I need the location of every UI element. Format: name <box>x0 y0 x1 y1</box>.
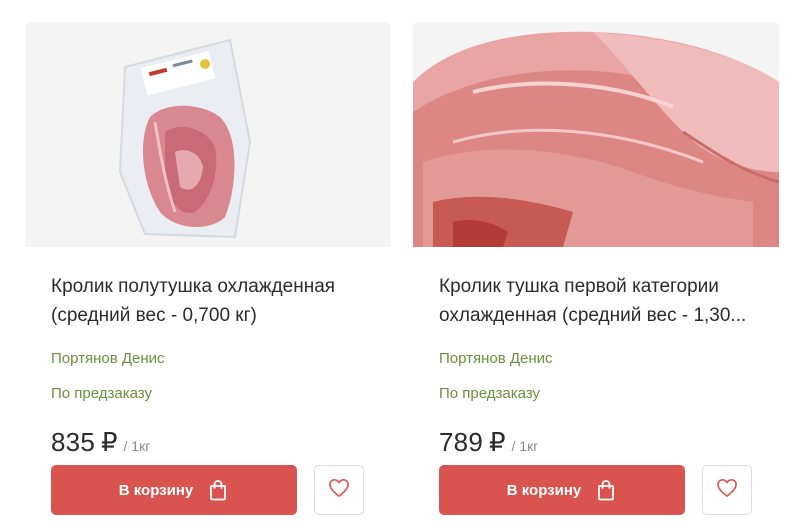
add-to-favorites-button[interactable] <box>702 465 752 515</box>
price-row: 835 ₽ / 1кг <box>51 427 150 458</box>
price-unit: / 1кг <box>123 438 151 454</box>
price-unit: / 1кг <box>511 438 539 454</box>
product-card: Кролик полутушка охлажденная (средний ве… <box>25 22 391 530</box>
product-grid: Кролик полутушка охлажденная (средний ве… <box>0 0 800 530</box>
add-to-cart-button[interactable]: В корзину <box>51 465 297 515</box>
add-to-cart-button[interactable]: В корзину <box>439 465 685 515</box>
add-to-cart-label: В корзину <box>506 481 582 499</box>
price-value: 835 <box>51 427 95 457</box>
product-title[interactable]: Кролик полутушка охлажденная (средний ве… <box>51 272 369 330</box>
price-value: 789 <box>439 427 483 457</box>
availability-status: По предзаказу <box>439 385 541 402</box>
product-title-line-2: (средний вес - 0,700 кг) <box>51 305 257 326</box>
heart-outline-icon <box>328 478 350 503</box>
add-to-favorites-button[interactable] <box>314 465 364 515</box>
price-row: 789 ₽ / 1кг <box>439 427 538 458</box>
product-title-line-1: Кролик тушка первой категории <box>439 276 719 297</box>
rabbit-half-carcass-photo <box>25 22 391 247</box>
add-to-cart-label: В корзину <box>118 481 194 499</box>
product-card: Кролик тушка первой категории охлажденна… <box>413 22 779 530</box>
seller-name[interactable]: Портянов Денис <box>439 350 553 367</box>
shopping-bag-icon <box>207 479 229 501</box>
product-title-line-1: Кролик полутушка охлажденная <box>51 276 336 297</box>
seller-name[interactable]: Портянов Денис <box>51 350 165 367</box>
availability-status: По предзаказу <box>51 385 153 402</box>
product-title[interactable]: Кролик тушка первой категории охлажденна… <box>439 272 757 330</box>
currency-symbol: ₽ <box>488 427 506 457</box>
product-image[interactable] <box>25 22 391 247</box>
currency-symbol: ₽ <box>100 427 118 457</box>
heart-outline-icon <box>716 478 738 503</box>
product-title-line-2: охлажденная (средний вес - 1,30... <box>439 305 747 326</box>
product-image[interactable] <box>413 22 779 247</box>
shopping-bag-icon <box>595 479 617 501</box>
rabbit-whole-carcass-photo <box>413 22 779 247</box>
